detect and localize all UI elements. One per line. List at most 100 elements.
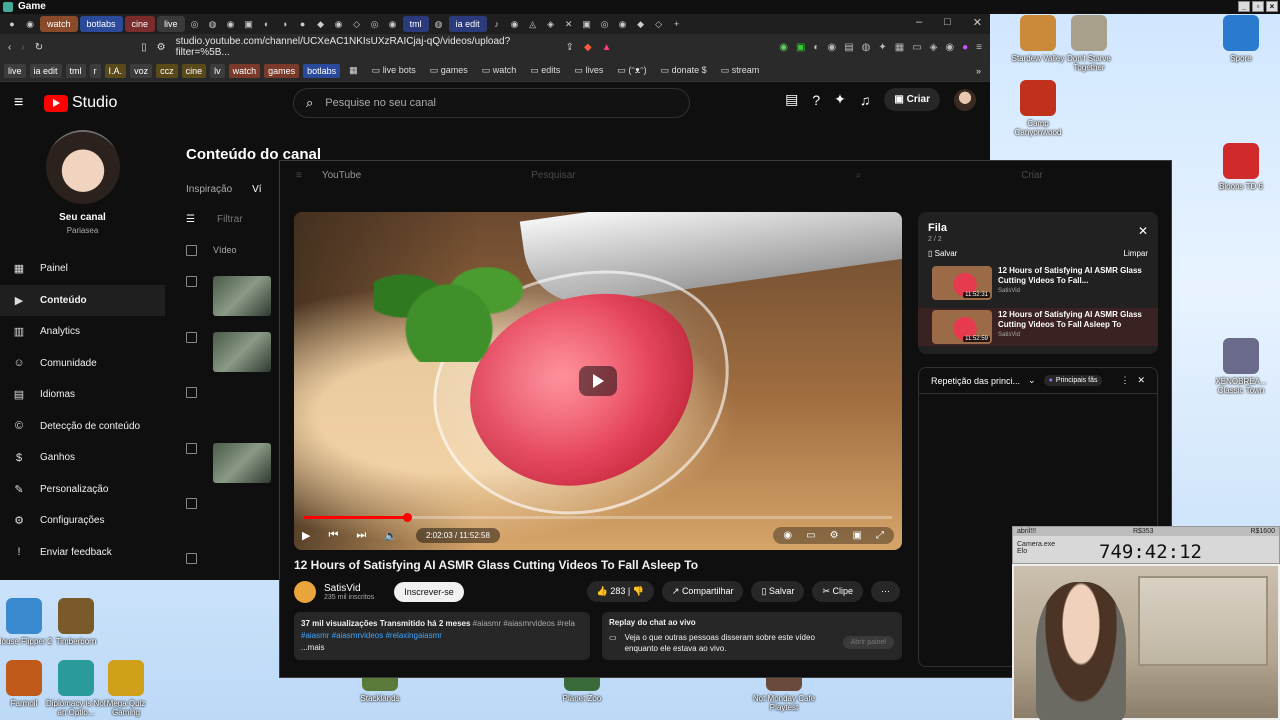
tab-icon[interactable]: ◆ [313, 16, 329, 32]
share-icon[interactable]: ⇪ [566, 42, 574, 53]
captions-icon[interactable]: ▭ [806, 530, 815, 541]
table-row[interactable] [186, 443, 271, 483]
tab-icon[interactable]: ♪ [489, 16, 505, 32]
like-button[interactable]: 👍 283 | 👎 [586, 581, 654, 602]
miniplayer-icon[interactable]: ▣ [853, 530, 862, 541]
extension-icon[interactable]: ◉ [779, 42, 788, 53]
tab-icon[interactable]: ◆ [633, 16, 649, 32]
extension-icon[interactable]: ● [962, 42, 968, 53]
bookmark-pill[interactable]: I.A. [104, 63, 127, 78]
close-icon[interactable]: × [1266, 1, 1278, 12]
sidebar-item-customization[interactable]: ✎ Personalização [0, 474, 165, 506]
channel-label[interactable]: Seu canal [0, 212, 165, 223]
table-row[interactable] [186, 332, 271, 372]
back-icon[interactable]: ‹ [8, 42, 11, 53]
sidebar-item-settings[interactable]: ⚙ Configurações [0, 505, 165, 537]
sidebar-item-analytics[interactable]: ▥ Analytics [0, 316, 165, 348]
player-search-input[interactable]: Pesquisar [531, 170, 575, 181]
extension-icon[interactable]: ▣ [796, 42, 805, 53]
chevron-down-icon[interactable]: ⌄ [1028, 375, 1036, 386]
table-row[interactable] [186, 276, 271, 316]
site-info-icon[interactable]: ⚙ [157, 42, 166, 53]
bookmark-folder[interactable]: ▭ lives [569, 65, 608, 76]
tab-icon[interactable]: ◍ [431, 16, 447, 32]
desktop-shortcut[interactable]: Spore [1209, 15, 1273, 63]
row-checkbox[interactable] [186, 443, 197, 454]
tab-icon[interactable]: ◇ [349, 16, 365, 32]
captions-icon[interactable]: ▤ [785, 91, 798, 108]
extension-icon[interactable]: ◐ [813, 42, 819, 53]
notifications-icon[interactable]: ♫ [860, 92, 871, 108]
select-all-checkbox[interactable] [186, 245, 197, 256]
subscribe-button[interactable]: Inscrever-se [394, 582, 464, 602]
video-frame[interactable]: ▶ ⏮ ⏭ 🔈 2:02:03 / 11:52:58 ◉ ▭ ⚙ ▣ ⤢ [294, 212, 902, 550]
tab-watch[interactable]: watch [40, 16, 78, 32]
extension-icon[interactable]: ◉ [945, 42, 954, 53]
tab-icon[interactable]: ◎ [187, 16, 203, 32]
filter-input[interactable]: Filtrar [217, 214, 243, 225]
open-panel-button[interactable]: Abrir painel [842, 636, 894, 649]
close-icon[interactable]: ✕ [1138, 224, 1148, 238]
extension-icon[interactable]: ▤ [844, 42, 853, 53]
bookmark-folder[interactable]: ▭ donate $ [656, 65, 712, 76]
minimize-icon[interactable]: _ [1238, 1, 1250, 12]
tab-close-icon[interactable]: ✕ [561, 16, 577, 32]
more-actions-icon[interactable]: ⋯ [871, 581, 900, 602]
video-thumbnail[interactable] [213, 276, 271, 316]
bookmark-folder[interactable]: ▭ watch [477, 65, 522, 76]
extension-icon[interactable]: ✦ [878, 42, 886, 53]
desktop-shortcut[interactable]: Mega Quiz Gaming [94, 660, 158, 717]
tab-icon[interactable]: ◉ [22, 16, 38, 32]
bookmark-pill[interactable]: games [264, 63, 300, 78]
desktop-shortcut[interactable]: XENOBREA... Classic Town [1209, 338, 1273, 395]
bookmark-folder[interactable]: ▭ (ᵔᴥᵔ) [612, 65, 651, 76]
close-icon[interactable]: ✕ [1137, 375, 1145, 386]
tab-icon[interactable]: ▣ [579, 16, 595, 32]
play-icon[interactable]: ▶ [302, 529, 310, 542]
menu-icon[interactable]: ≡ [296, 170, 302, 181]
extension-icon[interactable]: ◉ [827, 42, 836, 53]
player-create-button[interactable]: Criar [1021, 170, 1043, 181]
tab-inspiration[interactable]: Inspiração [186, 184, 232, 195]
save-button[interactable]: ▯ Salvar [751, 581, 805, 602]
extension-icon[interactable]: ▦ [895, 42, 904, 53]
sidebar-item-feedback[interactable]: ! Enviar feedback [0, 537, 165, 569]
table-row[interactable] [186, 387, 197, 398]
row-checkbox[interactable] [186, 553, 197, 564]
show-more-link[interactable]: ...mais [301, 642, 583, 654]
bookmark-pill[interactable]: ia edit [29, 63, 62, 78]
sidebar-item-copyright[interactable]: © Detecção de conteúdo [0, 411, 165, 443]
progress-knob[interactable] [402, 513, 412, 522]
tab-icon[interactable]: ▣ [241, 16, 257, 32]
more-options-icon[interactable]: ⋮ [1120, 375, 1129, 386]
queue-item-current[interactable]: 11:52:59 12 Hours of Satisfying AI ASMR … [918, 308, 1158, 346]
tab-icon[interactable]: ◉ [385, 16, 401, 32]
restore-icon[interactable]: ▫ [1252, 1, 1264, 12]
tab-ia-edit[interactable]: ia edit [448, 16, 487, 32]
extension-icon[interactable]: ◈ [930, 42, 938, 53]
queue-item[interactable]: 11:52:31 12 Hours of Satisfying AI ASMR … [928, 266, 1148, 300]
tab-videos[interactable]: Ví [252, 184, 261, 195]
tab-icon[interactable]: ◎ [597, 16, 613, 32]
bookmark-pill[interactable]: ccz [156, 63, 178, 78]
forward-icon[interactable]: › [21, 42, 24, 53]
tab-icon[interactable]: ◎ [367, 16, 383, 32]
channel-name[interactable]: SatisVid [324, 583, 374, 594]
queue-clear-button[interactable]: Limpar [1124, 249, 1148, 258]
play-overlay-icon[interactable] [579, 366, 617, 396]
bookmark-folder[interactable]: ▭ stream [716, 65, 765, 76]
desktop-shortcut[interactable]: Camp Canyonwood [1006, 80, 1070, 137]
more-bookmarks-icon[interactable]: » [971, 66, 986, 76]
url-field[interactable]: studio.youtube.com/channel/UCXeAC1NKIsUX… [176, 36, 556, 58]
tab-tml[interactable]: tml [402, 16, 429, 32]
bookmark-folder[interactable]: ▭ edits [525, 65, 565, 76]
table-row[interactable] [186, 498, 197, 509]
tab-icon[interactable]: ◉ [507, 16, 523, 32]
row-checkbox[interactable] [186, 387, 197, 398]
new-tab-icon[interactable]: + [669, 16, 685, 32]
sparkle-icon[interactable]: ✦ [834, 91, 846, 108]
bookmark-folder[interactable]: ▭ games [425, 65, 473, 76]
tab-icon[interactable]: ◇ [651, 16, 667, 32]
extension-icon[interactable]: ▭ [912, 42, 921, 53]
brave-shield-icon[interactable]: ◆ [584, 42, 592, 53]
